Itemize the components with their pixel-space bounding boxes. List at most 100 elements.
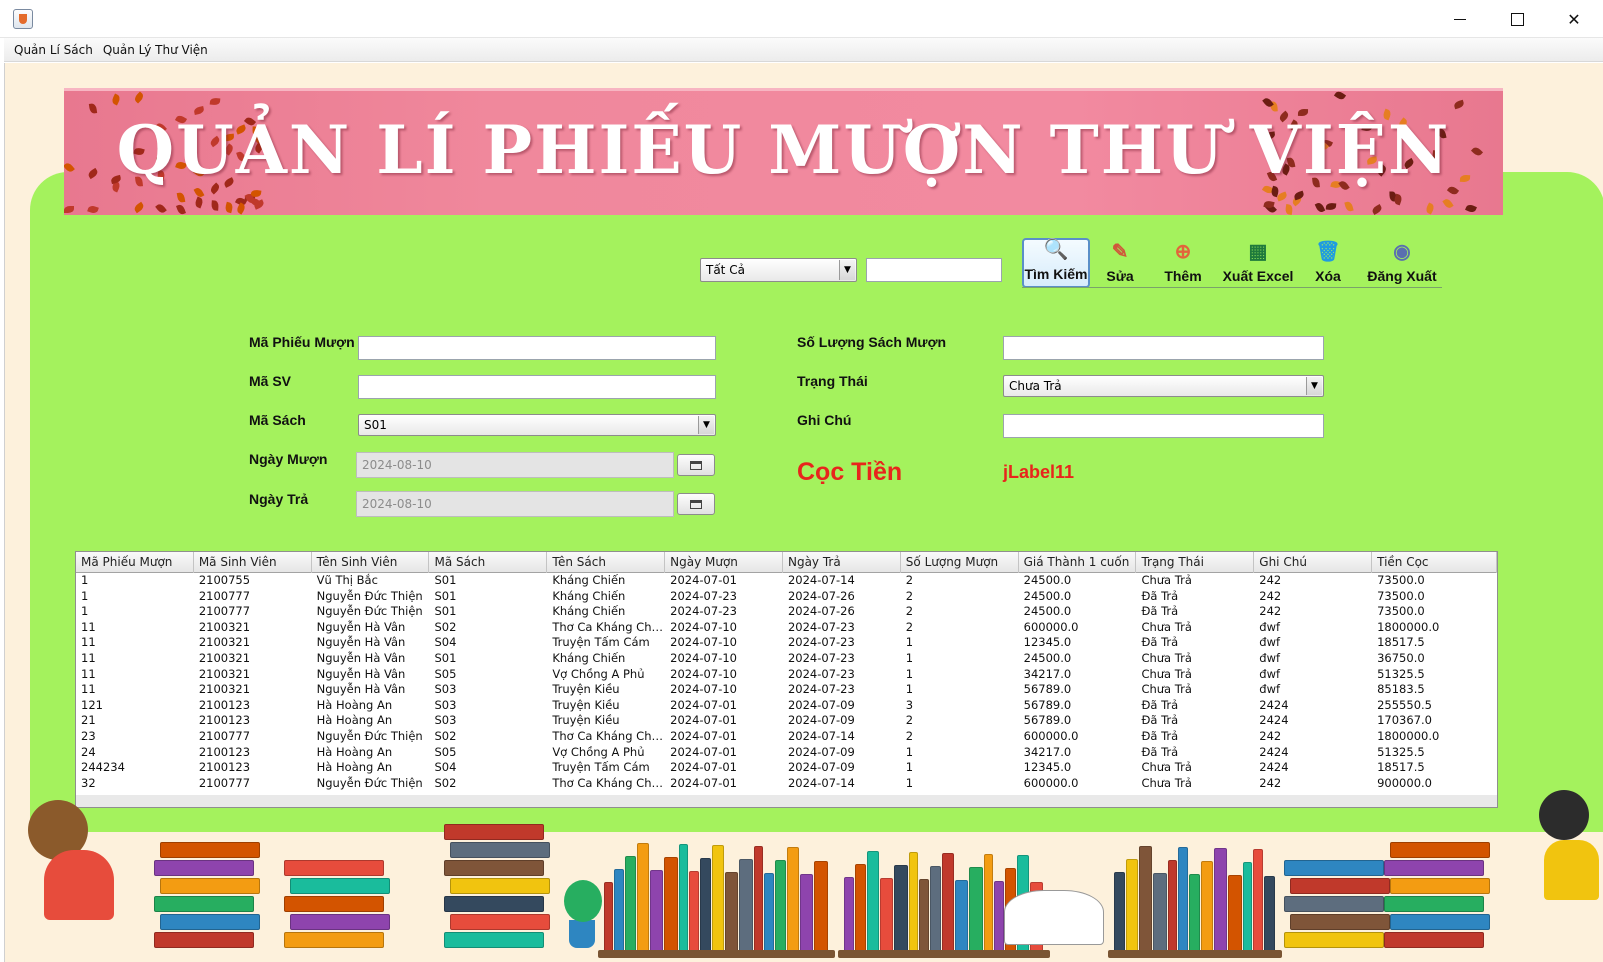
- export-excel-button[interactable]: ▦ Xuất Excel: [1218, 238, 1298, 288]
- column-header[interactable]: Mã Sách: [429, 552, 548, 573]
- menu-quan-ly-thu-vien[interactable]: Quản Lý Thư Viện: [103, 43, 208, 57]
- book-stack: [444, 896, 544, 912]
- book-stack: [1284, 896, 1384, 912]
- ngay-muon-calendar-button[interactable]: [677, 454, 715, 476]
- table-row[interactable]: 11 2100321 Nguyễn Hà Vân S05 Vợ Chồng A Phủ 2…: [76, 667, 1497, 683]
- column-header[interactable]: Số Lượng Mượn: [901, 552, 1019, 573]
- magnifier-icon: 🔍: [1043, 239, 1069, 261]
- plus-circle-icon: ⊕: [1174, 241, 1192, 263]
- table-cell: 242: [1259, 588, 1282, 603]
- ngay-tra-calendar-button[interactable]: [677, 493, 715, 515]
- ma-sv-input[interactable]: [358, 375, 716, 399]
- calendar-icon: [690, 499, 702, 509]
- column-header[interactable]: Ngày Trả: [783, 552, 901, 573]
- ma-sv-label: Mã SV: [249, 373, 292, 389]
- table-cell: 56789.0: [1023, 713, 1072, 728]
- table-cell: S01: [434, 604, 457, 619]
- ngay-muon-value: 2024-08-10: [362, 458, 432, 472]
- ngay-muon-field[interactable]: 2024-08-10: [356, 452, 674, 478]
- trang-thai-label: Trạng Thái: [797, 373, 868, 389]
- table-cell: 2024-07-10: [670, 682, 737, 697]
- table-cell: Thơ Ca Kháng Chi...: [552, 728, 666, 743]
- table-cell: 170367.0: [1377, 713, 1432, 728]
- table-row[interactable]: 24 2100123 Hà Hoàng An S05 Vợ Chồng A Phủ 202…: [76, 745, 1497, 761]
- plant-leaves: [564, 880, 602, 922]
- table-cell: S04: [434, 760, 457, 775]
- book-stack: [1290, 914, 1390, 930]
- minimize-icon[interactable]: [1437, 4, 1483, 34]
- table-cell: Chưa Trả: [1141, 760, 1192, 775]
- table-cell: S05: [434, 744, 457, 759]
- table-cell: 1: [81, 588, 89, 603]
- logout-button[interactable]: ◉ Đăng Xuất: [1362, 238, 1442, 288]
- table-cell: 2024-07-09: [787, 697, 855, 712]
- table-row[interactable]: 1 2100755 Vũ Thị Bắc S01 Kháng Chiến 2024-07-…: [76, 573, 1497, 589]
- table-cell: 2024-07-01: [670, 697, 737, 712]
- ngay-tra-field[interactable]: 2024-08-10: [356, 491, 674, 517]
- table-cell: Nguyễn Hà Vân: [316, 682, 406, 697]
- book-spine: [1114, 872, 1125, 952]
- coc-tien-label: Cọc Tiền: [797, 458, 903, 486]
- edit-button[interactable]: ✎ Sửa: [1098, 238, 1142, 288]
- table-cell: Đã Trả: [1141, 744, 1179, 759]
- ma-sach-select[interactable]: S01 ▼: [358, 414, 716, 436]
- book-stack: [1390, 914, 1490, 930]
- table-row[interactable]: 11 2100321 Nguyễn Hà Vân S01 Kháng Chiến 2024…: [76, 651, 1497, 667]
- table-row[interactable]: 11 2100321 Nguyễn Hà Vân S04 Truyện Tấm Cám 2…: [76, 635, 1497, 651]
- leaf-decoration: [132, 91, 145, 104]
- table-cell: 3: [905, 697, 914, 712]
- add-button[interactable]: ⊕ Thêm: [1156, 238, 1210, 288]
- table-row[interactable]: 244234 2100123 Hà Hoàng An S04 Truyện Tấm Cá…: [76, 760, 1497, 776]
- leaf-decoration: [1392, 193, 1403, 206]
- table-row[interactable]: 23 2100777 Nguyễn Đức Thiện S02 Thơ Ca Kháng…: [76, 729, 1497, 745]
- table-cell: 2024-07-26: [787, 604, 855, 619]
- table-cell: 56789.0: [1023, 697, 1072, 712]
- table-cell: 12345.0: [1023, 760, 1072, 775]
- so-luong-input[interactable]: [1003, 336, 1324, 360]
- column-header[interactable]: Tên Sách: [547, 552, 666, 573]
- borrow-table[interactable]: Mã Phiếu Mượn Mã Sinh Viên Tên Sinh Viên Mã…: [75, 551, 1498, 808]
- menu-quan-li-sach[interactable]: Quản Lí Sách: [14, 43, 93, 57]
- table-cell: S01: [434, 650, 457, 665]
- table-row[interactable]: 1 2100777 Nguyễn Đức Thiện S01 Kháng Chiến 20…: [76, 589, 1497, 605]
- search-button[interactable]: 🔍 Tìm Kiếm: [1022, 238, 1090, 288]
- search-input[interactable]: [866, 258, 1002, 282]
- table-cell: 11: [81, 682, 96, 697]
- table-row[interactable]: 121 2100123 Hà Hoàng An S03 Truyện Kiều 2024-…: [76, 698, 1497, 714]
- shelf: [598, 950, 835, 958]
- book-spine: [725, 872, 738, 952]
- column-header[interactable]: Mã Phiếu Mượn: [76, 552, 194, 573]
- ma-phieu-muon-input[interactable]: [358, 336, 716, 360]
- table-cell: Chưa Trả: [1141, 619, 1192, 634]
- table-cell: 2: [905, 588, 914, 603]
- book-spine: [1153, 873, 1167, 952]
- trang-thai-select[interactable]: Chưa Trả ▼: [1003, 375, 1324, 397]
- ghi-chu-input[interactable]: [1003, 414, 1324, 438]
- table-cell: S05: [434, 666, 457, 681]
- column-header[interactable]: Giá Thành 1 cuốn: [1019, 552, 1137, 573]
- table-row[interactable]: 11 2100321 Nguyễn Hà Vân S02 Thơ Ca Kháng Ch…: [76, 620, 1497, 636]
- column-header[interactable]: Tên Sinh Viên: [312, 552, 430, 573]
- column-header[interactable]: Ngày Mượn: [665, 552, 783, 573]
- table-cell: 2024-07-26: [787, 588, 855, 603]
- column-header[interactable]: Mã Sinh Viên: [194, 552, 312, 573]
- table-row[interactable]: 1 2100777 Nguyễn Đức Thiện S01 Kháng Chiến 20…: [76, 604, 1497, 620]
- book-spine: [604, 882, 613, 952]
- close-icon[interactable]: ✕: [1551, 4, 1597, 34]
- column-header[interactable]: Ghi Chú: [1254, 552, 1373, 573]
- table-cell: 1800000.0: [1377, 619, 1440, 634]
- column-header[interactable]: Tiền Cọc: [1372, 552, 1497, 573]
- table-cell: 2100123: [198, 744, 251, 759]
- maximize-icon[interactable]: [1494, 4, 1540, 34]
- leaf-decoration: [1464, 203, 1477, 214]
- table-cell: 1: [81, 604, 89, 619]
- delete-button[interactable]: 🗑 Xóa: [1308, 238, 1348, 288]
- table-row[interactable]: 21 2100123 Hà Hoàng An S03 Truyện Kiều 2024-0…: [76, 713, 1497, 729]
- column-header[interactable]: Trạng Thái: [1136, 552, 1255, 573]
- book-stack: [290, 914, 390, 930]
- ma-phieu-muon-label: Mã Phiếu Mượn: [249, 334, 355, 350]
- filter-select[interactable]: Tất Cả ▼: [700, 258, 857, 282]
- table-cell: Nguyễn Đức Thiện: [316, 588, 423, 603]
- shelf: [838, 950, 1050, 958]
- table-row[interactable]: 11 2100321 Nguyễn Hà Vân S03 Truyện Kiều 2024…: [76, 682, 1497, 698]
